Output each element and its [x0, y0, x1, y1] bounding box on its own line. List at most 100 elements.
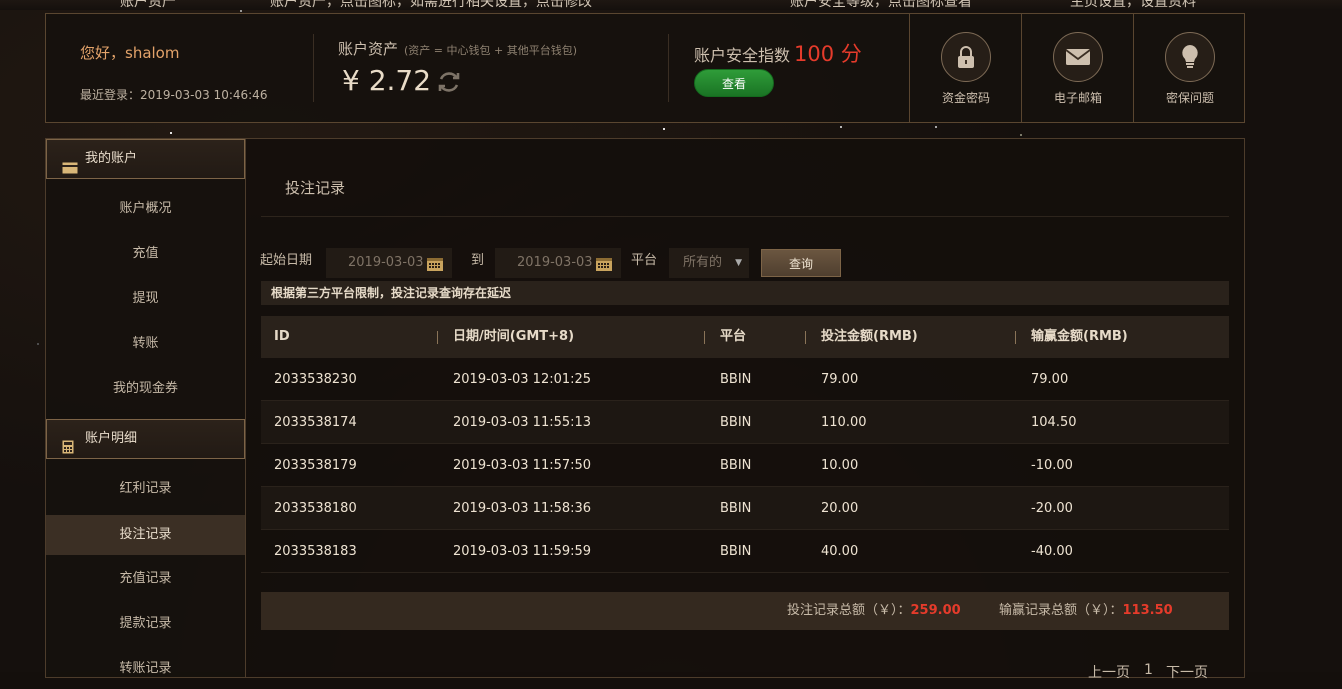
bet-total: 投注记录总额（￥）：259.00 [787, 592, 961, 630]
cell-id: 2033538179 [274, 444, 357, 487]
lock-icon [941, 32, 991, 82]
top-marquee: 账户资产 账户资产，点击图标，如需进行相关设置，点击修改 账户安全等级，点击图标… [0, 0, 1342, 10]
column-divider [437, 331, 438, 344]
cell-id: 2033538230 [274, 358, 357, 401]
cell-id: 2033538174 [274, 401, 357, 444]
column-divider [704, 331, 705, 344]
totals-bar: 投注记录总额（￥）：259.00 输赢记录总额（￥）：113.50 [261, 592, 1229, 630]
account-header: 您好，shalom 最近登录：2019-03-03 10:46:46 账户资产(… [45, 13, 1245, 123]
sidebar-item-deposit-records[interactable]: 充值记录 [46, 559, 245, 599]
end-date-value: 2019-03-03 [517, 255, 593, 270]
cell-bet-amount: 110.00 [821, 401, 867, 444]
cell-platform: BBIN [720, 530, 751, 573]
bet-records-table: ID 日期/时间(GMT+8) 平台 投注金额(RMB) 输赢金额(RMB) 2… [261, 316, 1229, 573]
win-total-value: 113.50 [1123, 603, 1173, 618]
column-header-label: 日期/时间(GMT+8) [453, 329, 574, 344]
sidebar-item-overview[interactable]: 账户概况 [46, 189, 245, 229]
calendar-icon[interactable] [426, 254, 444, 284]
cell-platform: BBIN [720, 444, 751, 487]
column-header-platform: 平台 [720, 316, 746, 358]
sidebar-item-withdraw-records[interactable]: 提款记录 [46, 604, 245, 644]
quick-link-label: 密保问题 [1134, 89, 1246, 106]
platform-select[interactable]: 所有的 ▼ [669, 248, 749, 278]
security-score: 100 分 [794, 42, 862, 66]
pager-prev[interactable]: 上一页 [1088, 662, 1130, 682]
quick-link-email[interactable]: 电子邮箱 [1021, 13, 1134, 123]
start-date-input[interactable]: 2019-03-03 [326, 248, 452, 278]
cell-bet-amount: 79.00 [821, 358, 858, 401]
pager-next[interactable]: 下一页 [1166, 662, 1208, 682]
sidebar-item-bet-records[interactable]: 投注记录 [46, 515, 245, 555]
check-security-button[interactable]: 查看 [694, 69, 774, 97]
cell-bet-amount: 20.00 [821, 487, 858, 530]
calculator-icon [62, 432, 74, 470]
marquee-text: 账户安全等级，点击图标查看 [790, 0, 972, 10]
marquee-text: 账户资产 [120, 0, 176, 10]
table-row: 2033538174 2019-03-03 11:55:13 BBIN 110.… [261, 401, 1229, 444]
cell-platform: BBIN [720, 487, 751, 530]
marquee-text: 主页设置，设置资料 [1070, 0, 1196, 10]
quick-link-fund-password[interactable]: 资金密码 [909, 13, 1022, 123]
cell-datetime: 2019-03-03 11:59:59 [453, 530, 591, 573]
pager-page[interactable]: 1 [1144, 662, 1153, 678]
cell-win-amount: 104.50 [1031, 401, 1077, 444]
delay-notice: 根据第三方平台限制，投注记录查询存在延迟 [261, 281, 1229, 305]
cell-datetime: 2019-03-03 12:01:25 [453, 358, 591, 401]
bet-total-value: 259.00 [911, 603, 961, 618]
divider [668, 34, 669, 102]
last-login: 最近登录：2019-03-03 10:46:46 [80, 86, 267, 103]
calendar-icon[interactable] [595, 254, 613, 284]
start-date-label: 起始日期 [260, 249, 312, 268]
sidebar-section-label: 我的账户 [85, 151, 137, 166]
end-date-input[interactable]: 2019-03-03 [495, 248, 621, 278]
quick-link-label: 资金密码 [910, 89, 1022, 106]
security-label: 账户安全指数100 分 [694, 38, 862, 68]
column-header-label: 平台 [720, 329, 746, 344]
platform-label: 平台 [631, 249, 657, 268]
column-divider [805, 331, 806, 344]
card-icon [62, 152, 78, 190]
cell-win-amount: 79.00 [1031, 358, 1068, 401]
marquee-text: 账户资产，点击图标，如需进行相关设置，点击修改 [270, 0, 592, 10]
sidebar-section-my-account[interactable]: 我的账户 [46, 139, 245, 179]
sidebar-section-account-details[interactable]: 账户明细 [46, 419, 245, 459]
cell-win-amount: -20.00 [1031, 487, 1073, 530]
quick-link-security-question[interactable]: 密保问题 [1133, 13, 1246, 123]
table-row: 2033538179 2019-03-03 11:57:50 BBIN 10.0… [261, 444, 1229, 487]
sidebar: 我的账户 账户概况 充值 提现 转账 我的现金券 账户明细 红利记录 投注记录 … [45, 138, 246, 678]
sidebar-item-transfer[interactable]: 转账 [46, 324, 245, 364]
table-header: ID 日期/时间(GMT+8) 平台 投注金额(RMB) 输赢金额(RMB) [261, 316, 1229, 358]
table-row: 2033538183 2019-03-03 11:59:59 BBIN 40.0… [261, 530, 1229, 573]
main-content: 投注记录 起始日期 2019-03-03 到 2019-03-03 平台 所有的… [246, 138, 1245, 678]
cell-datetime: 2019-03-03 11:58:36 [453, 487, 591, 530]
assets-note: (资产 = 中心钱包 + 其他平台钱包) [404, 44, 577, 57]
dropdown-arrow-icon: ▼ [735, 248, 742, 278]
column-header-label: 输赢金额(RMB) [1031, 329, 1128, 344]
table-row: 2033538180 2019-03-03 11:58:36 BBIN 20.0… [261, 487, 1229, 530]
page-title: 投注记录 [285, 177, 345, 198]
divider [313, 34, 314, 102]
to-label: 到 [471, 249, 484, 268]
greeting: 您好，shalom [80, 42, 179, 63]
assets-label: 账户资产(资产 = 中心钱包 + 其他平台钱包) [338, 38, 577, 59]
cell-platform: BBIN [720, 401, 751, 444]
sidebar-item-deposit[interactable]: 充值 [46, 234, 245, 274]
sidebar-item-bonus-records[interactable]: 红利记录 [46, 469, 245, 509]
sidebar-item-transfer-records[interactable]: 转账记录 [46, 649, 245, 689]
column-header-label: 投注金额(RMB) [821, 329, 918, 344]
table-row: 2033538230 2019-03-03 12:01:25 BBIN 79.0… [261, 358, 1229, 401]
cell-id: 2033538180 [274, 487, 357, 530]
cell-datetime: 2019-03-03 11:55:13 [453, 401, 591, 444]
assets-value: ¥ 2.72 [342, 64, 431, 97]
win-total: 输赢记录总额（￥）：113.50 [999, 592, 1173, 630]
refresh-icon[interactable] [436, 69, 462, 99]
bulb-icon [1165, 32, 1215, 82]
sidebar-item-withdraw[interactable]: 提现 [46, 279, 245, 319]
column-header-win-amount: 输赢金额(RMB) [1031, 316, 1128, 358]
sidebar-item-coupons[interactable]: 我的现金券 [46, 369, 245, 409]
win-total-label: 输赢记录总额（￥）： [999, 603, 1123, 618]
quick-link-label: 电子邮箱 [1022, 89, 1134, 106]
column-divider [1015, 331, 1016, 344]
column-header-datetime: 日期/时间(GMT+8) [453, 316, 574, 358]
query-button[interactable]: 查询 [761, 249, 841, 277]
